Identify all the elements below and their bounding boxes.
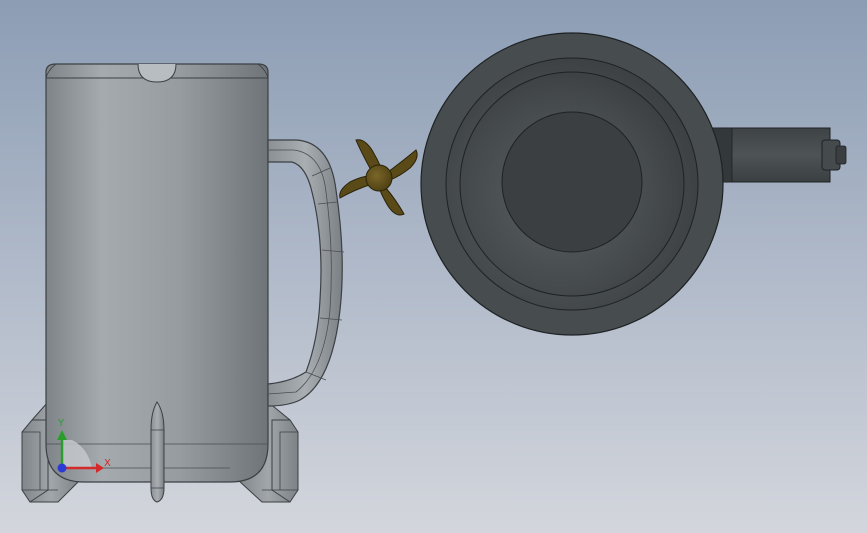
- top-view[interactable]: [420, 32, 847, 336]
- front-view[interactable]: [21, 63, 345, 503]
- top-view-handle-tab: [711, 127, 847, 183]
- cad-viewport[interactable]: X Y: [0, 0, 867, 533]
- knob-part[interactable]: [339, 139, 418, 216]
- x-axis-label: X: [104, 458, 111, 469]
- top-view-inner-bottom: [501, 111, 643, 253]
- y-axis-label: Y: [57, 418, 65, 429]
- mug-center-rib: [150, 401, 165, 503]
- z-axis-dot: [57, 463, 67, 473]
